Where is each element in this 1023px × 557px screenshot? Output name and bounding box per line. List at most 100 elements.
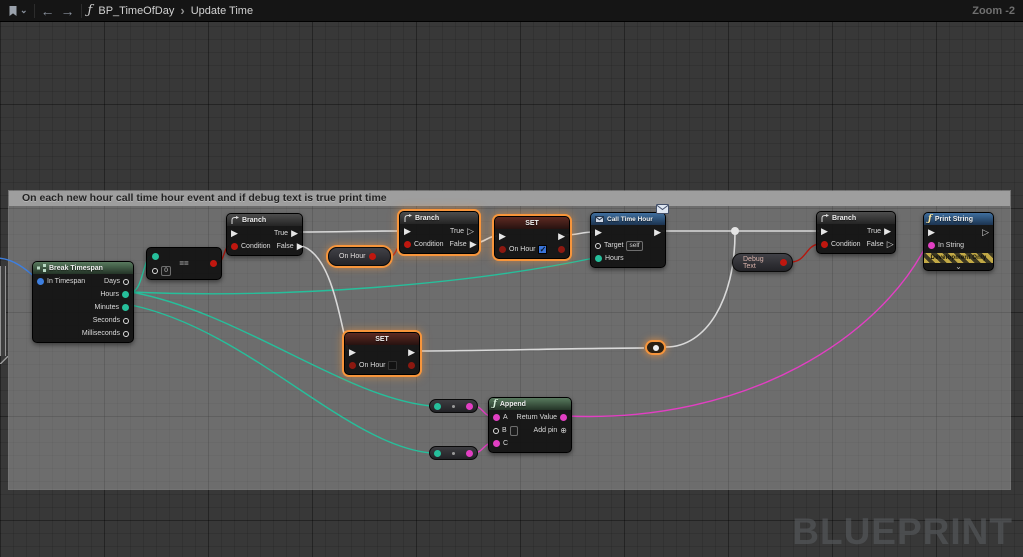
pin-hours[interactable] — [595, 255, 602, 262]
exec-out-pin[interactable]: ▷ — [982, 229, 989, 236]
blueprint-graph-canvas[interactable]: ⌄ ← → ƒ BP_TimeOfDay › Update Time Zoom … — [0, 0, 1023, 557]
node-branch-2[interactable]: Branch ▶ True ▷ Condition False ▶ — [399, 211, 479, 254]
node-title: Print String — [935, 216, 973, 223]
exec-in-pin[interactable]: ▶ — [499, 233, 506, 240]
pin-a[interactable] — [493, 414, 500, 421]
function-icon: ƒ — [88, 3, 93, 18]
exec-out-pin[interactable]: ▶ — [558, 233, 565, 240]
pin-convert-in[interactable] — [434, 403, 441, 410]
bool-checkbox-unchecked[interactable] — [388, 361, 397, 370]
panel-splitter[interactable] — [0, 266, 6, 356]
target-self-value: self — [626, 241, 642, 251]
exec-in-pin[interactable]: ▶ — [404, 228, 411, 235]
exec-false-pin[interactable]: ▶ — [470, 241, 477, 248]
comment-title[interactable]: On each new hour call time hour event an… — [9, 191, 1010, 206]
pin-set-out[interactable] — [558, 246, 565, 253]
exec-out-pin[interactable]: ▶ — [654, 229, 661, 236]
pin-convert-out[interactable] — [466, 450, 473, 457]
back-button[interactable]: ← — [41, 4, 55, 18]
node-header: Break Timespan — [33, 262, 133, 274]
pin-convert-in[interactable] — [434, 450, 441, 457]
exec-false-pin[interactable]: ▶ — [297, 243, 304, 250]
node-branch-3[interactable]: Branch ▶ True ▶ Condition False ▷ — [816, 211, 896, 254]
envelope-icon — [595, 216, 604, 223]
reroute-node-selected[interactable] — [645, 340, 666, 355]
exec-in-pin[interactable]: ▶ — [349, 349, 356, 356]
exec-in-pin[interactable]: ▶ — [928, 229, 935, 236]
exec-false-pin[interactable]: ▷ — [887, 241, 894, 248]
pin-in-timespan[interactable] — [37, 278, 44, 285]
pin-b[interactable] — [493, 428, 499, 434]
reroute-pin[interactable] — [653, 345, 659, 351]
node-break-timespan[interactable]: Break Timespan In Timespan Days Hours Mi… — [32, 261, 134, 343]
pin-condition[interactable] — [231, 243, 238, 250]
graph-toolbar: ⌄ ← → ƒ BP_TimeOfDay › Update Time Zoom … — [0, 0, 1023, 22]
node-call-time-hour[interactable]: Call Time Hour ▶ ▶ Target self Hours — [590, 212, 666, 268]
exec-true-pin[interactable]: ▶ — [884, 228, 891, 235]
variable-label: On Hour — [339, 253, 365, 260]
branch-icon — [231, 216, 239, 224]
pin-in-string[interactable] — [928, 242, 935, 249]
node-title: Branch — [242, 217, 266, 224]
node-int-to-string-2[interactable] — [429, 446, 478, 460]
node-set-on-hour-false[interactable]: SET ▶ ▶ On Hour — [344, 332, 420, 375]
function-icon: ƒ — [928, 214, 932, 224]
node-title: Branch — [832, 215, 856, 222]
node-set-on-hour-true[interactable]: SET ▶ ▶ On Hour ✓ — [494, 216, 570, 259]
exec-out-pin[interactable]: ▶ — [408, 349, 415, 356]
pin-label: In Timespan — [47, 278, 85, 285]
pin-out-seconds[interactable] — [123, 318, 129, 324]
splitter-grip-icon — [0, 356, 8, 364]
breadcrumb-root[interactable]: BP_TimeOfDay — [98, 5, 174, 17]
node-get-on-hour[interactable]: On Hour — [328, 247, 391, 266]
add-pin-icon[interactable]: ⊕ — [560, 426, 567, 435]
forward-button[interactable]: → — [61, 4, 75, 18]
pin-equals-b[interactable] — [152, 268, 158, 274]
zoom-level-label: Zoom -2 — [972, 5, 1015, 17]
function-icon: ƒ — [493, 399, 497, 409]
pin-set-value[interactable] — [499, 246, 506, 253]
pin-condition[interactable] — [821, 241, 828, 248]
pin-convert-out[interactable] — [466, 403, 473, 410]
pin-b-default-input[interactable] — [510, 426, 518, 436]
pin-return-value[interactable] — [560, 414, 567, 421]
node-int-to-string-1[interactable] — [429, 399, 478, 413]
breadcrumb-separator-icon: › — [180, 3, 184, 18]
exec-true-pin[interactable]: ▷ — [467, 228, 474, 235]
expand-node-chevron[interactable]: ⌄ — [924, 263, 993, 270]
exec-in-pin[interactable]: ▶ — [231, 230, 238, 237]
node-get-debug-text[interactable]: Debug Text — [732, 253, 793, 272]
pin-out-days[interactable] — [123, 279, 129, 285]
exec-true-pin[interactable]: ▶ — [291, 230, 298, 237]
pin-c[interactable] — [493, 440, 500, 447]
pin-on-hour-out[interactable] — [369, 253, 376, 260]
node-branch-1[interactable]: Branch ▶ True ▶ Condition False ▶ — [226, 213, 303, 256]
pin-label: Hours — [605, 255, 624, 262]
node-header: Branch — [227, 214, 302, 226]
pin-out-milliseconds[interactable] — [123, 331, 129, 337]
pin-equals-result[interactable] — [210, 260, 217, 267]
pin-debug-text-out[interactable] — [780, 259, 787, 266]
node-append[interactable]: ƒ Append A Return Value B Add pin ⊕ C — [488, 397, 572, 453]
pin-set-value[interactable] — [349, 362, 356, 369]
pin-target[interactable] — [595, 243, 601, 249]
node-equals[interactable]: 0 == — [146, 247, 222, 280]
toolbar-divider — [34, 4, 35, 18]
event-dispatcher-corner-icon — [656, 204, 669, 216]
pin-condition[interactable] — [404, 241, 411, 248]
node-print-string[interactable]: ƒ Print String ▶ ▷ In String Development… — [923, 212, 994, 271]
pin-label: On Hour — [359, 362, 385, 369]
pin-label: Minutes — [94, 304, 119, 311]
bookmark-button[interactable]: ⌄ — [8, 5, 28, 17]
pin-out-minutes[interactable] — [122, 304, 129, 311]
pin-label: False — [867, 241, 884, 248]
pin-set-out[interactable] — [408, 362, 415, 369]
pin-label: Condition — [241, 243, 271, 250]
exec-in-pin[interactable]: ▶ — [821, 228, 828, 235]
pin-out-hours[interactable] — [122, 291, 129, 298]
node-header: Branch — [817, 212, 895, 224]
pin-label: Seconds — [93, 317, 120, 324]
exec-in-pin[interactable]: ▶ — [595, 229, 602, 236]
breadcrumb-current[interactable]: Update Time — [191, 5, 253, 17]
bool-checkbox-checked[interactable]: ✓ — [538, 245, 547, 254]
